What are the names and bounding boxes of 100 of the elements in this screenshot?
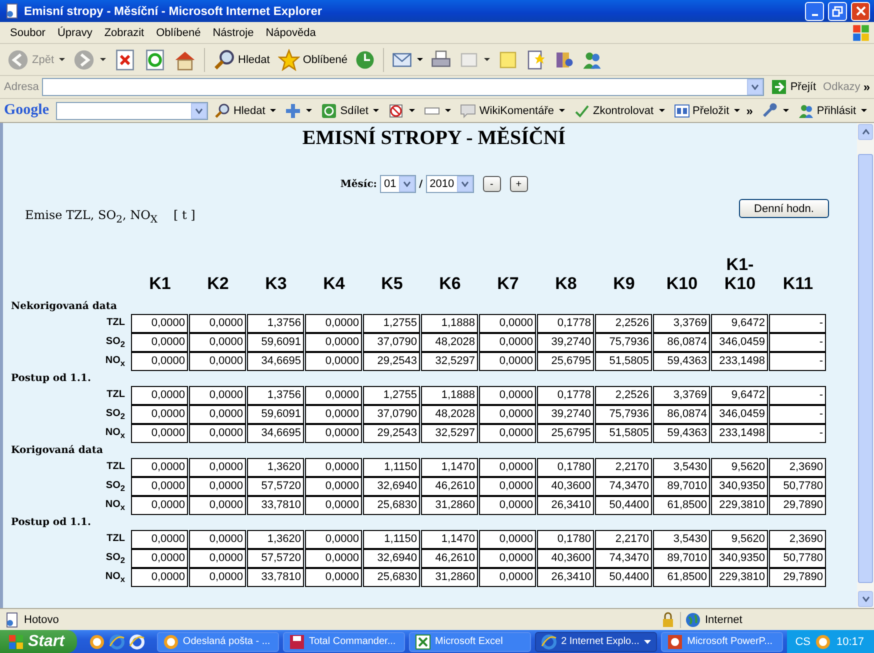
value-cell: 1,1888 bbox=[421, 386, 478, 405]
value-cell: 59,6091 bbox=[247, 333, 304, 352]
translate-button[interactable]: Přeložit bbox=[670, 100, 744, 120]
value-cell: 3,3769 bbox=[653, 314, 710, 333]
comment-button[interactable]: WikiKomentáře bbox=[457, 100, 568, 120]
value-cell: 0,0000 bbox=[189, 405, 246, 424]
value-cell: 37,0790 bbox=[363, 405, 420, 424]
value-cell: 59,4363 bbox=[653, 352, 710, 371]
value-cell: 51,5805 bbox=[595, 424, 652, 443]
value-cell: 0,0000 bbox=[131, 352, 188, 371]
sign-in-button[interactable]: Přihlásit bbox=[794, 100, 870, 120]
month-select[interactable]: 01 bbox=[380, 175, 416, 193]
column-header: K1 bbox=[148, 274, 172, 293]
value-cell: 0,0000 bbox=[131, 530, 188, 549]
start-button[interactable]: Start bbox=[0, 630, 77, 653]
restore-icon bbox=[832, 6, 843, 16]
wrench-icon bbox=[762, 102, 778, 118]
value-cell: 0,1780 bbox=[537, 458, 594, 477]
value-cell: 26,3410 bbox=[537, 496, 594, 515]
value-cell: 74,3470 bbox=[595, 549, 652, 568]
year-select[interactable]: 2010 bbox=[426, 175, 474, 193]
go-icon bbox=[771, 79, 788, 95]
value-cell: 39,2740 bbox=[537, 405, 594, 424]
value-cell: 1,1150 bbox=[363, 458, 420, 477]
value-cell: 26,3410 bbox=[537, 568, 594, 587]
section-title: Korigovaná data bbox=[11, 444, 104, 458]
value-cell: - bbox=[769, 386, 826, 405]
row-label: SO$_{2}$ bbox=[104, 407, 126, 423]
value-cell: - bbox=[769, 352, 826, 371]
note-icon bbox=[498, 50, 518, 70]
scroll-thumb[interactable] bbox=[858, 154, 873, 583]
row-label: TZL bbox=[106, 316, 126, 330]
next-button[interactable]: + bbox=[510, 176, 528, 192]
value-cell: 0,0000 bbox=[189, 568, 246, 587]
taskbar-button[interactable]: Total Commander... bbox=[282, 632, 406, 652]
menu-item[interactable]: Nástroje bbox=[206, 24, 260, 40]
more-chevron[interactable]: » bbox=[863, 80, 870, 94]
value-cell: 74,3470 bbox=[595, 477, 652, 496]
daily-values-button[interactable]: Denní hodn. bbox=[739, 199, 829, 218]
separator: / bbox=[418, 178, 423, 190]
google-search-field[interactable] bbox=[56, 102, 208, 120]
globe-icon bbox=[685, 612, 701, 628]
windows-logo-icon bbox=[8, 634, 24, 650]
menu-item[interactable]: Soubor bbox=[4, 24, 52, 40]
close-button[interactable] bbox=[851, 2, 870, 20]
value-cell: 0,1778 bbox=[537, 386, 594, 405]
value-cell: 9,6472 bbox=[711, 314, 768, 333]
column-header: K5 bbox=[380, 274, 404, 293]
value-cell: 0,0000 bbox=[189, 352, 246, 371]
taskbar-button[interactable]: 2 Internet Explo... bbox=[535, 632, 658, 652]
page-icon bbox=[4, 612, 20, 628]
value-cell: 29,2543 bbox=[363, 424, 420, 443]
value-cell: 0,0000 bbox=[305, 477, 362, 496]
value-cell: 0,0000 bbox=[131, 314, 188, 333]
value-cell: 0,0000 bbox=[131, 477, 188, 496]
row-label: NO$_{x}$ bbox=[104, 570, 126, 586]
address-field[interactable] bbox=[42, 78, 764, 96]
menu-item[interactable]: Nápověda bbox=[260, 24, 322, 40]
value-cell: 0,0000 bbox=[479, 458, 536, 477]
taskbar-button[interactable]: Microsoft PowerP... bbox=[661, 632, 784, 652]
value-cell: 31,2860 bbox=[421, 568, 478, 587]
taskbar-button[interactable]: Odeslaná pošta - ... bbox=[156, 632, 279, 652]
section-title: Postup od 1.1. bbox=[11, 372, 92, 386]
value-cell: 3,5430 bbox=[653, 458, 710, 477]
value-cell: 233,1498 bbox=[711, 352, 768, 371]
value-cell: 0,0000 bbox=[131, 568, 188, 587]
unit-label: [ t ] bbox=[174, 208, 196, 224]
column-header: K7 bbox=[496, 274, 520, 293]
value-cell: 32,6940 bbox=[363, 549, 420, 568]
value-cell: 33,7810 bbox=[247, 568, 304, 587]
value-cell: 0,0000 bbox=[479, 352, 536, 371]
more-chevron[interactable]: » bbox=[746, 104, 753, 118]
scrollbar[interactable] bbox=[857, 123, 874, 608]
search-button[interactable]: Hledat bbox=[210, 46, 273, 72]
dropdown-arrow-icon bbox=[644, 640, 652, 644]
favorites-button[interactable]: Oblíbené bbox=[274, 46, 350, 72]
menu-item[interactable]: Úpravy bbox=[51, 24, 98, 40]
value-cell: 0,0000 bbox=[479, 424, 536, 443]
menu-item[interactable]: Oblíbené bbox=[150, 24, 207, 40]
value-cell: 50,4400 bbox=[595, 568, 652, 587]
value-cell: 25,6830 bbox=[363, 568, 420, 587]
previous-button[interactable]: - bbox=[482, 176, 501, 192]
value-cell: 39,2740 bbox=[537, 333, 594, 352]
go-button[interactable]: Přejít bbox=[767, 79, 820, 95]
minimize-button[interactable] bbox=[805, 2, 824, 20]
value-cell: 25,6830 bbox=[363, 496, 420, 515]
menu-item[interactable]: Zobrazit bbox=[98, 24, 150, 40]
value-cell: 46,2610 bbox=[421, 549, 478, 568]
share-button[interactable]: Sdílet bbox=[318, 100, 382, 120]
column-header: K1-K10 bbox=[723, 255, 757, 293]
spell-button[interactable]: Zkontrolovat bbox=[570, 100, 668, 120]
restore-button[interactable] bbox=[828, 2, 847, 20]
value-cell: 31,2860 bbox=[421, 496, 478, 515]
value-cell: 0,0000 bbox=[189, 496, 246, 515]
value-cell: 0,0000 bbox=[131, 496, 188, 515]
taskbar-button[interactable]: Microsoft Excel bbox=[409, 632, 532, 652]
google-logo: Google bbox=[4, 102, 49, 119]
section-title: Nekorigovaná data bbox=[11, 300, 118, 314]
gsearch-button[interactable]: Hledat bbox=[211, 100, 280, 120]
forward-icon bbox=[73, 48, 96, 70]
